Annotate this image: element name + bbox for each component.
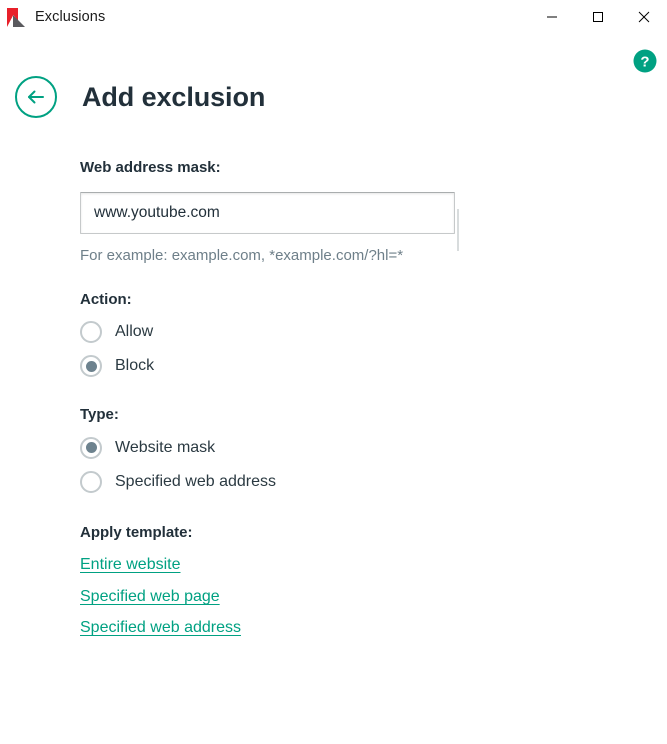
- type-radio-group: Type: Website mask Specified web address: [80, 407, 640, 495]
- back-button[interactable]: [14, 75, 58, 119]
- radio-circle-icon: [80, 321, 102, 344]
- radio-action-block-label: Block: [115, 357, 155, 375]
- web-address-label: Web address mask:: [80, 159, 221, 176]
- action-radio-group: Action: Allow Block: [80, 290, 640, 380]
- apply-template-group: Apply template: Entire website Specified…: [80, 523, 640, 639]
- radio-type-website-mask[interactable]: Website mask: [80, 435, 215, 461]
- titlebar-left: Exclusions: [0, 7, 529, 27]
- apply-template-label: Apply template:: [80, 523, 193, 541]
- action-label: Action:: [80, 290, 132, 308]
- web-address-input-wrapper: [80, 191, 459, 251]
- radio-action-block[interactable]: Block: [80, 353, 154, 379]
- window-titlebar: Exclusions: [0, 0, 667, 34]
- web-address-field-block: Web address mask: For example: example.c…: [80, 159, 640, 264]
- page-title: Add exclusion: [82, 81, 266, 112]
- svg-text:?: ?: [640, 54, 649, 71]
- radio-circle-icon: [80, 470, 102, 493]
- window-title: Exclusions: [35, 8, 106, 25]
- web-address-hint: For example: example.com, *example.com/?…: [80, 246, 404, 264]
- template-link-specified-web-address[interactable]: Specified web address: [80, 617, 241, 639]
- radio-circle-selected-icon: [80, 436, 102, 459]
- web-address-input[interactable]: [80, 191, 455, 234]
- radio-type-website-mask-label: Website mask: [115, 438, 216, 456]
- form-content: Web address mask: For example: example.c…: [80, 159, 640, 649]
- type-label: Type:: [80, 406, 119, 424]
- radio-type-specified-web-address-label: Specified web address: [115, 472, 276, 490]
- template-link-entire-website[interactable]: Entire website: [80, 554, 181, 576]
- window-controls: [529, 0, 667, 34]
- maximize-button[interactable]: [575, 0, 621, 34]
- template-link-specified-web-page[interactable]: Specified web page: [80, 586, 220, 608]
- help-icon[interactable]: ?: [632, 48, 658, 74]
- radio-action-allow[interactable]: Allow: [80, 319, 153, 345]
- page-header: Add exclusion: [0, 74, 667, 120]
- radio-type-specified-web-address[interactable]: Specified web address: [80, 469, 276, 495]
- radio-circle-selected-icon: [80, 355, 102, 378]
- kaspersky-k-logo-icon: [7, 7, 26, 27]
- radio-action-allow-label: Allow: [115, 323, 154, 341]
- minimize-button[interactable]: [529, 0, 575, 34]
- close-button[interactable]: [621, 0, 667, 34]
